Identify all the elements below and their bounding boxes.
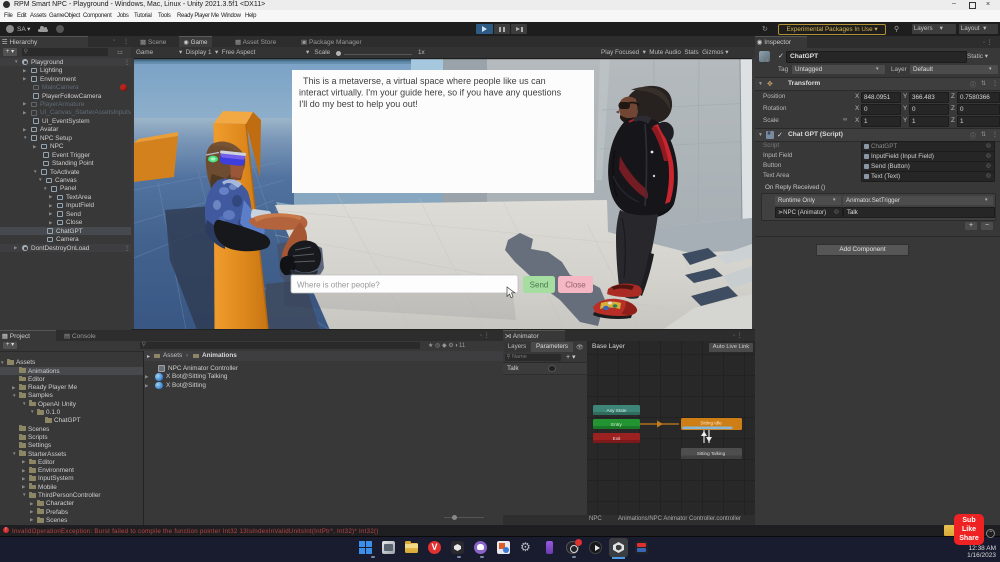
svg-text:interact virtually. I'm your g: interact virtually. I'm your guide here,… xyxy=(299,88,562,98)
svg-text:Sitting Idle: Sitting Idle xyxy=(700,421,722,426)
svg-text:Exit: Exit xyxy=(613,436,621,441)
svg-text:Sitting Talking: Sitting Talking xyxy=(697,451,726,456)
svg-text:Send: Send xyxy=(530,281,549,290)
svg-text:Where is other people?: Where is other people? xyxy=(297,281,380,290)
svg-text:I'll do my best to help you ou: I'll do my best to help you out! xyxy=(299,99,418,109)
svg-text:Any State: Any State xyxy=(607,408,627,413)
svg-text:Close: Close xyxy=(565,281,586,290)
svg-text:This is a metaverse, a virtual: This is a metaverse, a virtual space whe… xyxy=(303,76,546,86)
svg-text:Entry: Entry xyxy=(611,422,622,427)
